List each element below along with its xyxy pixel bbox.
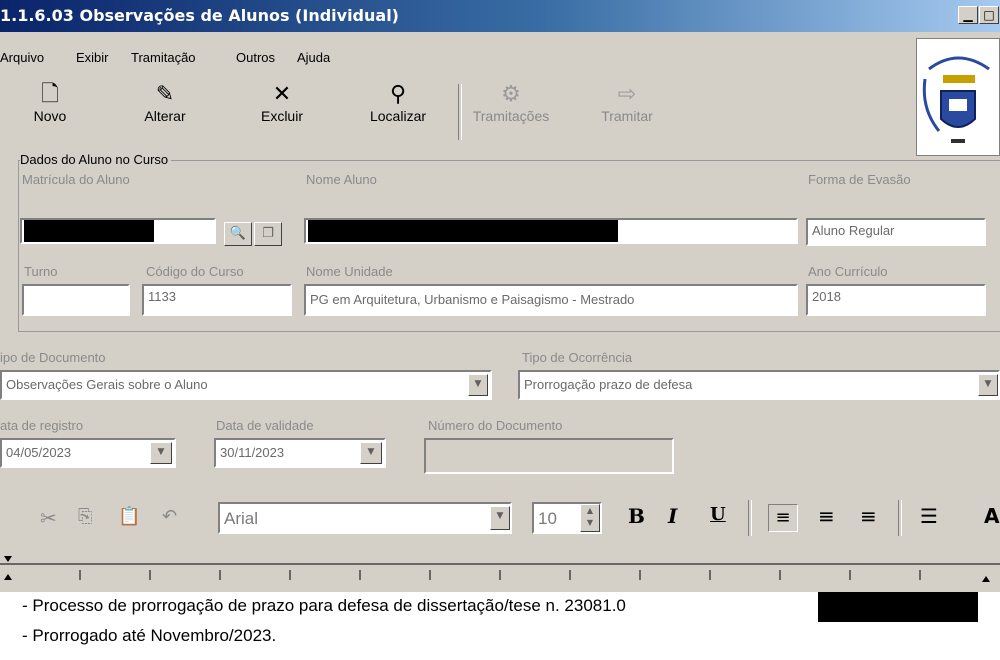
forma-evasao-input[interactable]: Aluno Regular — [806, 218, 986, 246]
minimize-button[interactable]: ▁ — [958, 6, 978, 24]
menu-tramitacao[interactable]: Tramitação — [131, 50, 196, 65]
data-validade-dropdown[interactable]: ▼ — [360, 442, 382, 464]
editor-line-2: - Prorrogado até Novembro/2023. — [22, 626, 277, 645]
tramitar-icon: ⇨ — [617, 81, 637, 106]
tramitacoes-icon: ⚙ — [501, 81, 521, 106]
new-document-icon: 🗋 — [41, 81, 59, 106]
title-bar[interactable]: 1.1.6.03 Observações de Alunos (Individu… — [0, 0, 1000, 32]
binoculars-icon: ⚲ — [389, 81, 407, 106]
tramitar-label: Tramitar — [601, 108, 653, 124]
numero-documento-label: Número do Documento — [428, 418, 563, 433]
turno-input[interactable] — [22, 284, 130, 316]
chevron-down-icon: ▼ — [984, 379, 992, 389]
edit-icon: ✎ — [155, 81, 175, 106]
university-logo — [916, 38, 1000, 156]
tipo-ocorrencia-dropdown[interactable]: ▼ — [978, 374, 998, 396]
window-title: 1.1.6.03 Observações de Alunos (Individu… — [0, 6, 399, 25]
delete-x-icon: ✕ — [272, 81, 292, 106]
editor-separator — [748, 500, 752, 536]
editor-ruler — [0, 548, 1000, 592]
excluir-button[interactable]: ✕ Excluir — [250, 80, 314, 124]
tipo-documento-dropdown[interactable]: ▼ — [468, 374, 488, 396]
turno-label: Turno — [24, 264, 58, 279]
undo-icon[interactable]: ↶ — [162, 506, 177, 527]
underline-button[interactable]: U — [710, 504, 726, 525]
chevron-down-icon: ▼ — [496, 511, 504, 521]
localizar-label: Localizar — [369, 108, 427, 124]
editor-separator-2 — [898, 500, 902, 536]
main-toolbar: 🗋 Novo ✎ Alterar ✕ Excluir ⚲ Localizar ⚙… — [0, 76, 915, 148]
italic-button[interactable]: I — [668, 504, 677, 528]
menu-arquivo[interactable]: Arquivo — [0, 50, 44, 65]
align-center-icon[interactable]: ≡ — [818, 504, 835, 528]
editor-toolbar: ✂ ⎘ 📋 ↶ Arial ▼ 10 ▲ ▼ B I U ≡ ≡ ≡ ☰ A — [0, 492, 1000, 548]
novo-button[interactable]: 🗋 Novo — [20, 80, 80, 124]
align-right-icon[interactable]: ≡ — [860, 504, 877, 528]
search-icon: 🔍 — [229, 226, 247, 241]
numero-documento-input[interactable] — [424, 438, 674, 474]
localizar-button[interactable]: ⚲ Localizar — [358, 80, 438, 124]
bullet-list-icon[interactable]: ☰ — [920, 504, 938, 528]
tipo-ocorrencia-label: Tipo de Ocorrência — [522, 350, 633, 365]
excluir-label: Excluir — [260, 108, 303, 124]
redacted-matricula — [24, 220, 154, 242]
chevron-down-icon: ▼ — [367, 447, 375, 457]
font-select[interactable]: Arial — [218, 502, 512, 534]
alterar-button[interactable]: ✎ Alterar — [130, 80, 200, 124]
codigo-curso-input[interactable]: 1133 — [142, 284, 292, 316]
novo-label: Novo — [33, 108, 67, 124]
tramitar-button[interactable]: ⇨ Tramitar — [592, 80, 662, 124]
main-window: 1.1.6.03 Observações de Alunos (Individu… — [0, 0, 1000, 660]
matricula-label: Matrícula do Aluno — [22, 172, 130, 187]
redacted-process-number — [818, 592, 978, 622]
tipo-documento-select[interactable]: Observações Gerais sobre o Aluno — [0, 370, 492, 400]
menu-exibir[interactable]: Exibir — [76, 50, 109, 65]
search-matricula-button[interactable]: 🔍 — [224, 222, 252, 246]
align-left-icon: ≡ — [775, 507, 791, 528]
chevron-down-icon: ▼ — [474, 379, 482, 389]
ano-curriculo-input[interactable]: 2018 — [806, 284, 986, 316]
tramitacoes-label: Tramitações — [472, 108, 550, 124]
forma-evasao-label: Forma de Evasão — [808, 172, 911, 187]
alterar-label: Alterar — [144, 108, 186, 124]
align-left-button[interactable]: ≡ — [768, 504, 798, 532]
tipo-documento-label: ipo de Documento — [0, 350, 106, 365]
copy-matricula-button[interactable]: ❐ — [254, 222, 282, 246]
tramitacoes-button[interactable]: ⚙ Tramitações — [466, 80, 556, 124]
font-color-icon[interactable]: A — [984, 504, 999, 528]
nome-unidade-label: Nome Unidade — [306, 264, 393, 279]
editor-line-1: - Processo de prorrogação de prazo para … — [22, 596, 626, 615]
chevron-down-icon: ▼ — [157, 447, 165, 457]
data-validade-label: Data de validade — [216, 418, 314, 433]
font-dropdown[interactable]: ▼ — [490, 506, 510, 530]
codigo-curso-label: Código do Curso — [146, 264, 244, 279]
nome-unidade-input[interactable]: PG em Arquitetura, Urbanismo e Paisagism… — [304, 284, 798, 316]
bold-button[interactable]: B — [628, 504, 645, 528]
maximize-button[interactable]: □ — [979, 6, 999, 24]
ano-curriculo-label: Ano Currículo — [808, 264, 888, 279]
nome-aluno-label: Nome Aluno — [306, 172, 377, 187]
data-registro-label: ata de registro — [0, 418, 84, 433]
redacted-nome — [308, 220, 618, 242]
font-size-spinner[interactable]: ▲ ▼ — [580, 504, 600, 532]
student-group-title: Dados do Aluno no Curso — [20, 152, 172, 167]
data-registro-dropdown[interactable]: ▼ — [150, 442, 172, 464]
menu-ajuda[interactable]: Ajuda — [297, 50, 330, 65]
tipo-ocorrencia-select[interactable]: Prorrogação prazo de defesa — [518, 370, 1000, 400]
toolbar-separator — [458, 84, 462, 140]
copy-icon: ❐ — [262, 226, 274, 241]
paste-icon[interactable]: 📋 — [118, 506, 140, 527]
cut-icon[interactable]: ✂ — [40, 506, 57, 530]
copy-icon[interactable]: ⎘ — [78, 506, 92, 527]
menu-outros[interactable]: Outros — [236, 50, 275, 65]
